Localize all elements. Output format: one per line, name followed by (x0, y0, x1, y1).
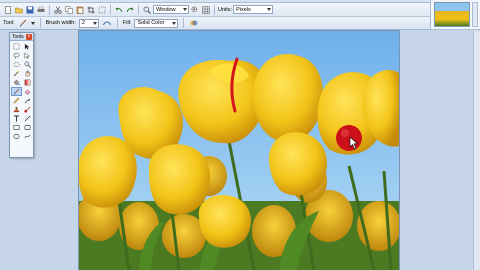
toolbar-separator (138, 4, 139, 15)
tool-label: Tool: (3, 20, 15, 26)
new-file-icon[interactable] (3, 5, 13, 15)
deselect-icon[interactable] (97, 5, 107, 15)
fill-value: Solid Color (137, 20, 165, 26)
zoom-tool-icon[interactable] (22, 60, 33, 69)
red-paint-dot (336, 125, 362, 151)
tools-window: Tools × (9, 32, 34, 158)
line-tool-icon[interactable] (22, 114, 33, 123)
paintbrush-tool-icon[interactable] (18, 18, 28, 28)
eraser-tool-icon[interactable] (22, 87, 33, 96)
image-thumbnail[interactable] (434, 2, 470, 27)
lasso-tool-icon[interactable] (11, 51, 22, 60)
tulip-photo (79, 31, 399, 270)
antialias-icon[interactable] (102, 18, 112, 28)
chevron-down-icon (92, 21, 97, 25)
undo-icon[interactable] (114, 5, 124, 15)
ellipse-tool-icon[interactable] (11, 132, 22, 141)
clone-stamp-tool-icon[interactable] (11, 105, 22, 114)
rounded-rectangle-tool-icon[interactable] (22, 123, 33, 132)
move-tool-icon[interactable] (22, 42, 33, 51)
tools-grid (10, 41, 33, 142)
chevron-down-icon (267, 8, 272, 11)
zoom-window-combo[interactable]: Window (153, 5, 189, 14)
save-icon[interactable] (25, 5, 35, 15)
units-combo[interactable]: Pixels (233, 5, 274, 14)
cut-icon[interactable] (53, 5, 63, 15)
freeform-shape-tool-icon[interactable] (22, 132, 33, 141)
main-toolbar: Window Units: Pixels (0, 3, 430, 17)
zoom-icon[interactable] (142, 5, 152, 15)
rectangle-select-tool-icon[interactable] (11, 42, 22, 51)
grid-icon[interactable] (201, 5, 211, 15)
image-thumbnail-panel (430, 0, 480, 30)
close-icon[interactable]: × (26, 34, 32, 40)
recolor-tool-icon[interactable] (22, 105, 33, 114)
image-canvas[interactable] (79, 31, 399, 270)
gradient-tool-icon[interactable] (22, 78, 33, 87)
brush-width-value: 2 (81, 20, 85, 26)
magic-wand-tool-icon[interactable] (11, 69, 22, 78)
tool-options-bar: Tool: Brush width: 2 Fill: Solid Color (0, 17, 430, 30)
print-icon[interactable] (36, 5, 46, 15)
copy-icon[interactable] (64, 5, 74, 15)
blend-mode-icon[interactable] (189, 18, 199, 28)
move-selection-tool-icon[interactable] (22, 51, 33, 60)
fill-combo[interactable]: Solid Color (134, 18, 179, 28)
crop-icon[interactable] (86, 5, 96, 15)
pencil-tool-icon[interactable] (11, 96, 22, 105)
shapes-tool-icon[interactable] (11, 123, 22, 132)
open-folder-icon[interactable] (14, 5, 24, 15)
units-label: Units: (218, 6, 233, 13)
canvas-vertical-scrollbar[interactable] (473, 31, 480, 270)
paint-app-window: Window Units: Pixels Tool: Brush width: … (0, 0, 480, 270)
toolbar-separator (214, 4, 215, 15)
toolbar-separator (39, 18, 41, 28)
tools-window-titlebar[interactable]: Tools × (10, 33, 33, 41)
chevron-down-icon (183, 8, 187, 11)
text-tool-icon[interactable] (11, 114, 22, 123)
zoom-in-icon[interactable] (190, 5, 200, 15)
brush-width-label: Brush width: (45, 20, 76, 26)
chevron-down-icon (172, 21, 177, 25)
thumbnail-scrollbar[interactable] (472, 2, 478, 27)
paintbrush-tool-icon[interactable] (11, 87, 22, 96)
zoom-window-value: Window (156, 6, 176, 13)
paint-bucket-tool-icon[interactable] (11, 78, 22, 87)
fill-label: Fill: (122, 20, 132, 26)
pan-tool-icon[interactable] (22, 69, 33, 78)
color-picker-tool-icon[interactable] (22, 96, 33, 105)
ellipse-select-tool-icon[interactable] (11, 60, 22, 69)
toolbar-separator (49, 4, 50, 15)
units-value: Pixels (236, 6, 251, 13)
chevron-down-icon[interactable] (30, 21, 35, 25)
brush-width-input[interactable]: 2 (78, 18, 99, 28)
paste-icon[interactable] (75, 5, 85, 15)
toolbar-separator (116, 18, 118, 28)
toolbar-separator (110, 4, 111, 15)
redo-icon[interactable] (125, 5, 135, 15)
tools-window-title: Tools (12, 34, 24, 40)
toolbar-separator (183, 18, 185, 28)
